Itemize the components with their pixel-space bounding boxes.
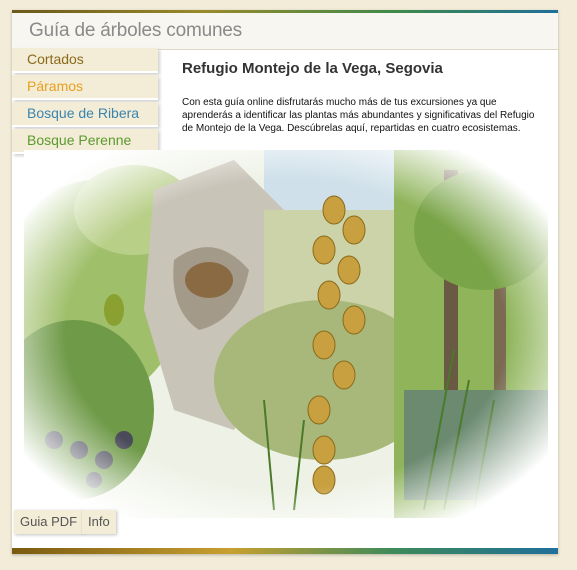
- info-button[interactable]: Info: [82, 510, 116, 534]
- bottom-accent-bar: [12, 548, 558, 554]
- page-title: Guía de árboles comunes: [29, 20, 242, 41]
- guide-pdf-button[interactable]: Guia PDF: [14, 510, 84, 534]
- nav-item-paramos[interactable]: Páramos: [12, 75, 158, 100]
- nav-item-cortados[interactable]: Cortados: [12, 48, 158, 73]
- content-title: Refugio Montejo de la Vega, Segovia: [182, 60, 443, 77]
- intro-text: Con esta guía online disfrutarás mucho m…: [182, 97, 535, 134]
- guide-panel: Guía de árboles comunes Cortados Páramos…: [12, 10, 558, 554]
- nav-item-bosque-de-ribera[interactable]: Bosque de Ribera: [12, 102, 158, 127]
- ecosystem-nav: Cortados Páramos Bosque de Ribera Bosque…: [12, 48, 158, 156]
- ecosystems-illustration: [24, 150, 548, 518]
- header: Guía de árboles comunes: [12, 13, 558, 50]
